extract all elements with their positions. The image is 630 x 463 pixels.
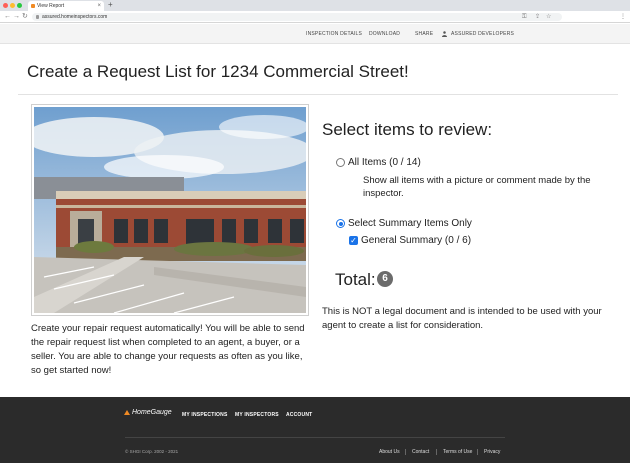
homegauge-logo[interactable]: HomeGauge — [124, 409, 172, 417]
lock-icon — [36, 15, 39, 19]
footer-separator — [436, 449, 437, 455]
logo-text: HomeGauge — [132, 409, 172, 416]
close-window-dot[interactable] — [3, 3, 8, 8]
page-title-address: 1234 Commercial Street! — [220, 62, 409, 81]
nav-account-name[interactable]: ASSURED DEVELOPERS — [451, 31, 514, 37]
page-title-prefix: Create a Request List for — [27, 62, 216, 81]
page-title: Create a Request List for 1234 Commercia… — [27, 62, 409, 82]
site-nav: INSPECTION DETAILS DOWNLOAD SHARE ASSURE… — [0, 24, 630, 44]
footer-link-terms[interactable]: Terms of Use — [443, 449, 472, 455]
all-items-label[interactable]: All Items (0 / 14) — [348, 157, 421, 169]
menu-icon[interactable]: ⋮ — [620, 14, 626, 21]
all-items-description: Show all items with a picture or comment… — [363, 175, 591, 199]
copyright: © SHGI Corp. 2002 - 2021 — [125, 449, 179, 454]
footer-nav-my-inspections[interactable]: MY INSPECTIONS — [182, 412, 228, 418]
logo-mark-icon — [124, 410, 130, 415]
back-icon[interactable]: ← — [4, 12, 11, 22]
footer-nav-account[interactable]: ACCOUNT — [286, 412, 312, 418]
select-items-heading: Select items to review: — [322, 120, 493, 139]
property-photo — [31, 104, 309, 316]
browser-toolbar: ← → ↻ assured.homeinspectors.com ⚿ ⇪ ☆ ⋮ — [0, 11, 630, 23]
footer-separator — [477, 449, 478, 455]
summary-items-radio[interactable] — [336, 219, 345, 228]
summary-items-label[interactable]: Select Summary Items Only — [348, 218, 472, 230]
url-text: assured.homeinspectors.com — [42, 14, 108, 20]
divider — [18, 94, 618, 95]
footer-divider — [125, 437, 505, 438]
general-summary-checkbox[interactable]: ✓ — [349, 236, 358, 245]
forward-icon[interactable]: → — [13, 12, 20, 22]
legal-notice: This is NOT a legal document and is inte… — [322, 306, 602, 331]
new-tab-icon[interactable]: + — [108, 0, 113, 10]
browser-tab[interactable]: View Report × — [28, 1, 104, 11]
footer-link-contact[interactable]: Contact — [412, 449, 429, 455]
footer-separator — [405, 449, 406, 455]
footer: HomeGauge MY INSPECTIONS MY INSPECTORS A… — [0, 397, 630, 463]
tab-title: View Report — [37, 3, 65, 9]
share-icon[interactable]: ⇪ — [535, 14, 540, 21]
address-bar[interactable]: assured.homeinspectors.com — [32, 13, 562, 21]
repair-request-intro: Create your repair request automatically… — [31, 323, 305, 376]
star-icon[interactable]: ☆ — [546, 14, 551, 21]
total-count-badge: 6 — [377, 271, 393, 287]
general-summary-label[interactable]: General Summary (0 / 6) — [361, 235, 471, 247]
nav-share[interactable]: SHARE — [415, 31, 433, 37]
footer-link-about[interactable]: About Us — [379, 449, 400, 455]
building-image — [34, 107, 306, 313]
favicon-icon — [31, 4, 35, 8]
nav-download[interactable]: DOWNLOAD — [369, 31, 400, 37]
footer-nav-my-inspectors[interactable]: MY INSPECTORS — [235, 412, 279, 418]
all-items-radio[interactable] — [336, 158, 345, 167]
close-tab-icon[interactable]: × — [97, 1, 101, 11]
nav-inspection-details[interactable]: INSPECTION DETAILS — [306, 31, 362, 37]
key-icon[interactable]: ⚿ — [522, 14, 527, 21]
reload-icon[interactable]: ↻ — [22, 12, 28, 22]
browser-tab-strip: View Report × + — [0, 0, 630, 11]
minimize-window-dot[interactable] — [10, 3, 15, 8]
total-label: Total: — [335, 270, 376, 289]
person-icon — [442, 31, 447, 37]
maximize-window-dot[interactable] — [17, 3, 22, 8]
footer-link-privacy[interactable]: Privacy — [484, 449, 500, 455]
